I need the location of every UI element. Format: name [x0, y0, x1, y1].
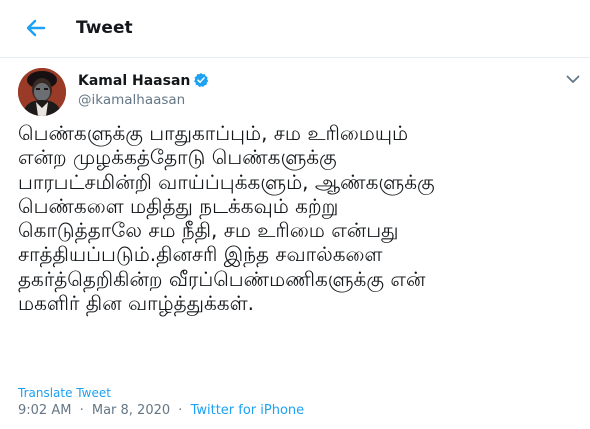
verified-badge-icon: [194, 73, 209, 87]
translate-tweet-link[interactable]: Translate Tweet: [18, 386, 111, 400]
more-options-button[interactable]: [564, 70, 582, 88]
tweet-line: பாரபட்சமின்றி வாய்ப்புக்களும், ஆண்களுக்க…: [18, 169, 435, 194]
arrow-left-icon: [26, 19, 46, 37]
tweet-date[interactable]: Mar 8, 2020: [92, 403, 170, 418]
tweet-line: மகளிர் தின வாழ்த்துக்கள்.: [18, 291, 254, 316]
meta-separator: ·: [178, 403, 183, 418]
meta-separator: ·: [79, 403, 84, 418]
back-button[interactable]: [22, 14, 50, 42]
page-title: Tweet: [76, 18, 133, 38]
avatar-portrait-icon: [18, 68, 66, 116]
author-row: Kamal Haasan @ikamalhaasan: [0, 58, 590, 120]
author-name-text[interactable]: Kamal Haasan: [78, 73, 190, 89]
chevron-down-icon: [566, 75, 580, 83]
avatar[interactable]: [18, 68, 66, 116]
tweet-line: பெண்களை மதித்து நடக்கவும் கற்று: [18, 193, 339, 218]
author-handle[interactable]: @ikamalhaasan: [78, 92, 185, 108]
tweet-source-link[interactable]: Twitter for iPhone: [191, 403, 305, 418]
tweet-time[interactable]: 9:02 AM: [18, 403, 71, 418]
tweet-line: சாத்தியப்படும்.தினசரி இந்த சவால்களை: [18, 242, 383, 267]
author-name[interactable]: Kamal Haasan: [78, 72, 209, 89]
tweet-line: தகர்த்தெறிகின்ற வீரப்பெண்மணிகளுக்கு என்: [18, 266, 426, 291]
tweet-meta: 9:02 AM · Mar 8, 2020 · Twitter for iPho…: [18, 403, 304, 418]
tweet-text: பெண்களுக்கு பாதுகாப்பும், சம உரிமையும் எ…: [18, 121, 578, 315]
tweet-line: பெண்களுக்கு பாதுகாப்பும், சம உரிமையும்: [18, 121, 409, 145]
tweet-header: Tweet: [0, 0, 590, 58]
tweet-line: கொடுத்தாலே சம நீதி, சம உரிமை என்பது: [18, 218, 399, 243]
tweet-line: என்ற முழக்கத்தோடு பெண்களுக்கு: [18, 145, 337, 170]
